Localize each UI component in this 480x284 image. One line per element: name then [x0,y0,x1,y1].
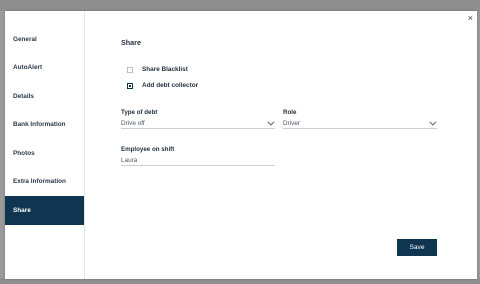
chevron-down-icon [267,118,275,126]
sidebar-item-general[interactable]: General [5,25,84,54]
page-backdrop-top [0,0,480,11]
share-modal: General AutoAlert Details Bank Informati… [5,11,477,279]
sidebar-item-details[interactable]: Details [5,82,84,111]
sidebar-item-autoalert[interactable]: AutoAlert [5,54,84,83]
sidebar-item-photos[interactable]: Photos [5,139,84,168]
type-of-debt-value: Drive off [121,119,145,127]
role-label: Role [283,109,297,116]
role-value: Driver [283,119,301,127]
sidebar-item-share[interactable]: Share [5,196,84,225]
modal-sidebar: General AutoAlert Details Bank Informati… [5,11,85,279]
sidebar-item-extra-information[interactable]: Extra Information [5,168,84,197]
checkbox-label: Share Blacklist [142,66,188,73]
sidebar-item-label: Extra Information [13,178,66,186]
sidebar-item-label: Bank Information [13,121,66,129]
sidebar-item-label: Details [13,92,34,100]
save-button[interactable]: Save [397,239,437,256]
share-blacklist-checkbox[interactable]: Share Blacklist [127,66,188,73]
checkbox-box[interactable] [127,66,133,73]
employee-label: Employee on shift [121,146,175,153]
checkbox-box-checked[interactable] [127,82,133,89]
type-of-debt-label: Type of debt [121,109,158,116]
type-of-debt-select[interactable]: Drive off [121,118,275,129]
checkbox-label: Add debt collector [142,82,199,89]
sidebar-item-label: Share [13,206,31,214]
chevron-down-icon [429,118,437,126]
add-debt-collector-checkbox[interactable]: Add debt collector [127,82,198,89]
close-icon[interactable]: × [468,14,473,23]
section-title: Share [121,38,141,47]
sidebar-item-label: General [13,35,37,43]
sidebar-item-label: Photos [13,149,35,157]
modal-content: × Share Share Blacklist Add debt collect… [85,11,477,279]
employee-value: Laura [121,156,138,164]
role-select[interactable]: Driver [283,118,437,129]
employee-input[interactable]: Laura [121,155,275,166]
sidebar-item-bank-information[interactable]: Bank Information [5,111,84,140]
sidebar-item-label: AutoAlert [13,64,43,72]
